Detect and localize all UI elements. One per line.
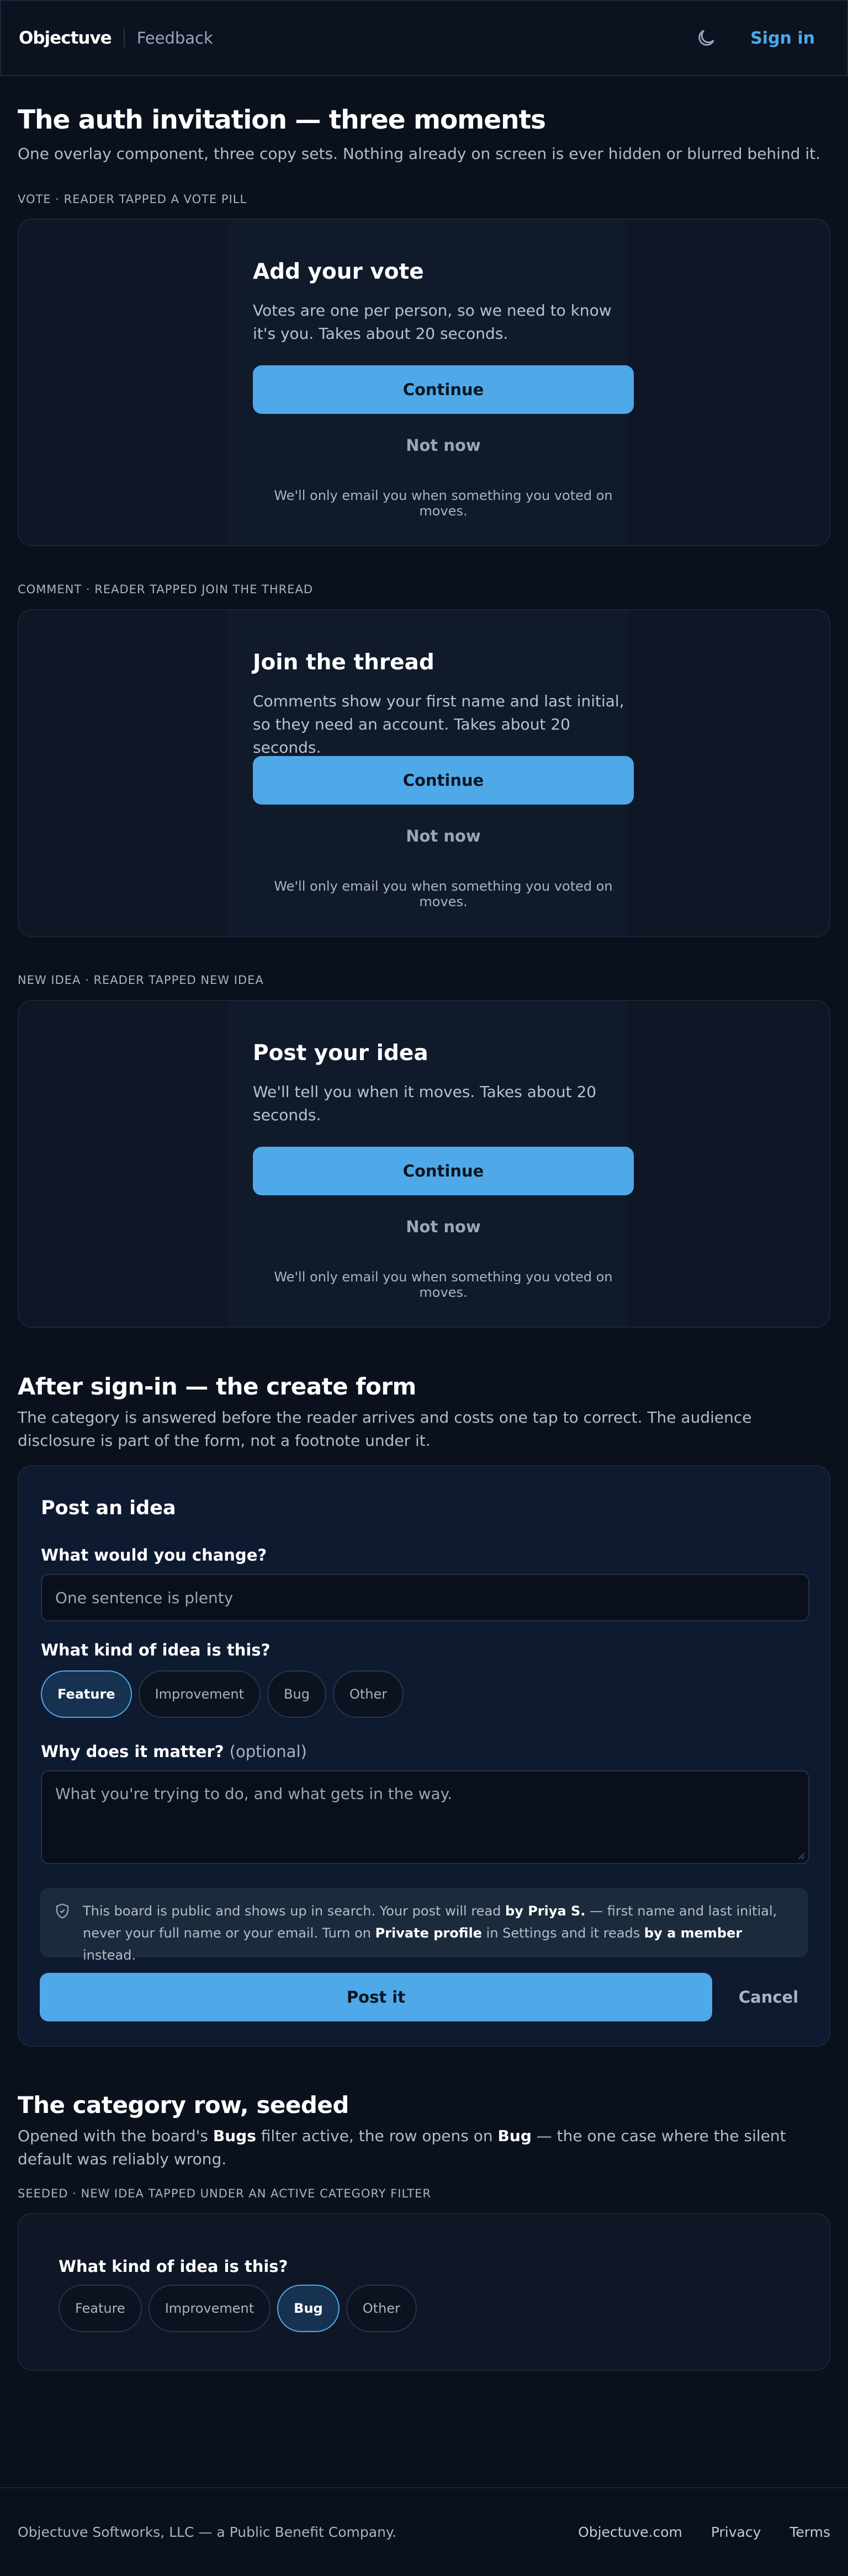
top-bar: Objectuve Feedback Sign in — [0, 0, 848, 76]
seeded-section-header: The category row, seeded — [18, 2091, 830, 2119]
category-pills: Feature Improvement Bug Other — [59, 2285, 417, 2332]
section-subtitle: Opened with the board's Bugs filter acti… — [18, 2125, 830, 2171]
section-title: After sign-in — the create form — [18, 1373, 416, 1400]
continue-button[interactable]: Continue — [253, 756, 634, 805]
overlay-title: Join the thread — [253, 650, 434, 675]
overlay-body: Votes are one per person, so we need to … — [253, 301, 612, 343]
auth-overlay-vote: Add your vote Votes are one per person, … — [18, 219, 830, 546]
continue-button[interactable]: Continue — [253, 1147, 634, 1195]
shield-icon — [56, 1903, 69, 1919]
post-button[interactable]: Post it — [40, 1973, 712, 2021]
footer-divider — [0, 2487, 848, 2488]
not-now-button[interactable]: Not now — [253, 827, 634, 845]
footer-company: Objectuve Softworks, LLC — a Public Bene… — [18, 2524, 397, 2540]
moment-eyebrow: VOTE · READER TAPPED A VOTE PILL — [18, 193, 247, 206]
seeded-sub-1: Opened with the board's — [18, 2127, 213, 2145]
audience-disclosure: This board is public and shows up in sea… — [40, 1888, 808, 1963]
overlay-fine-print: We'll only email you when something you … — [274, 488, 613, 519]
page-title: The auth invitation — three moments — [18, 105, 546, 135]
disclosure-text-3: in Settings and it reads — [482, 1925, 644, 1941]
seeded-sub-bug: Bug — [497, 2127, 532, 2145]
moment-eyebrow: NEW IDEA · READER TAPPED NEW IDEA — [18, 973, 264, 987]
category-label: What kind of idea is this? — [59, 2257, 288, 2276]
overlay-panel: Add your vote Votes are one per person, … — [227, 220, 634, 545]
page-subtitle: One overlay component, three copy sets. … — [18, 145, 821, 163]
category-pill-other[interactable]: Other — [346, 2285, 417, 2332]
sign-in-button[interactable]: Sign in — [750, 29, 815, 48]
continue-button[interactable]: Continue — [253, 365, 634, 414]
overlay-fine-print: We'll only email you when something you … — [274, 879, 613, 909]
logo[interactable]: Objectuve — [19, 28, 112, 48]
create-section-header: After sign-in — the create form — [18, 1373, 830, 1400]
seeded-sub-bugs: Bugs — [213, 2127, 256, 2145]
form-overlay-layer: This board is public and shows up in sea… — [18, 1465, 830, 2047]
auth-overlay-new-idea: Post your idea We'll tell you when it mo… — [18, 1000, 830, 1328]
footer-link-privacy[interactable]: Privacy — [711, 2524, 761, 2540]
seeded-category-card: What kind of idea is this? Feature Impro… — [18, 2213, 830, 2371]
auth-overlay-comment: Join the thread Comments show your first… — [18, 609, 830, 937]
overlay-panel: Join the thread Comments show your first… — [227, 610, 634, 936]
disclosure-private-profile: Private profile — [375, 1925, 483, 1941]
footer-link-terms[interactable]: Terms — [789, 2524, 830, 2540]
disclosure-text-1: This board is public and shows up in sea… — [83, 1903, 506, 1919]
overlay-title: Add your vote — [253, 259, 424, 284]
disclosure-text-4: instead. — [83, 1947, 136, 1963]
cancel-button[interactable]: Cancel — [729, 1973, 808, 2021]
intro-section: The auth invitation — three moments — [18, 105, 830, 135]
category-pill-improvement[interactable]: Improvement — [148, 2285, 271, 2332]
header-actions: Sign in — [695, 27, 829, 49]
category-pill-bug[interactable]: Bug — [277, 2285, 340, 2332]
overlay-fine-print: We'll only email you when something you … — [274, 1269, 613, 1300]
category-pill-feature[interactable]: Feature — [59, 2285, 142, 2332]
disclosure-member: by a member — [644, 1925, 743, 1941]
not-now-button[interactable]: Not now — [253, 436, 634, 455]
section-subtitle: The category is answered before the read… — [18, 1408, 752, 1450]
nav-feedback-link[interactable]: Feedback — [137, 29, 213, 47]
overlay-body: Comments show your first name and last i… — [253, 692, 624, 757]
header-divider — [123, 29, 125, 47]
disclosure-name: by Priya S. — [505, 1903, 586, 1919]
footer-links: Objectuve.com Privacy Terms — [578, 2524, 830, 2540]
not-now-button[interactable]: Not now — [253, 1217, 634, 1236]
overlay-title: Post your idea — [253, 1041, 428, 1066]
moment-eyebrow: COMMENT · READER TAPPED JOIN THE THREAD — [18, 583, 314, 596]
moon-icon[interactable] — [695, 27, 717, 49]
overlay-body: We'll tell you when it moves. Takes abou… — [253, 1083, 597, 1124]
seeded-sub-2: filter active, the row opens on — [256, 2127, 498, 2145]
section-title: The category row, seeded — [18, 2091, 349, 2119]
footer-link-site[interactable]: Objectuve.com — [578, 2524, 682, 2540]
overlay-panel: Post your idea We'll tell you when it mo… — [227, 1001, 634, 1327]
seeded-eyebrow: SEEDED · NEW IDEA TAPPED UNDER AN ACTIVE… — [18, 2187, 431, 2200]
